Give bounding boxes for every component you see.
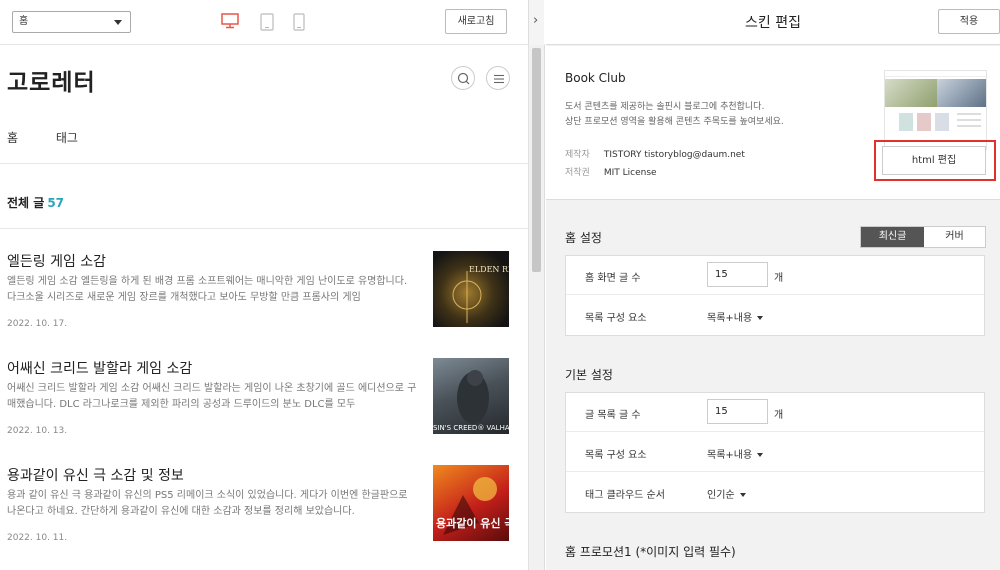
- select-value: 목록+내용: [707, 450, 753, 461]
- caret-down-icon: [757, 453, 764, 457]
- panel-title: 스킨 편집: [745, 15, 801, 31]
- home-post-count-input[interactable]: 15: [707, 262, 768, 287]
- post-excerpt: 엘든링 게임 소감 엘든링을 하게 된 배경 프롬 소프트웨어는 매니악한 게임…: [7, 276, 408, 303]
- license-label: 저작권: [565, 168, 590, 178]
- setting-label: 홈 화면 글 수: [585, 273, 641, 284]
- post-date: 2022. 10. 11.: [7, 533, 68, 543]
- post-date: 2022. 10. 17.: [7, 319, 68, 329]
- select-value: 인기순: [707, 490, 735, 501]
- unit-label: 개: [774, 273, 784, 284]
- search-icon: [457, 72, 470, 85]
- toggle-latest[interactable]: 최신글: [861, 227, 924, 247]
- post-excerpt: 어쌔신 크리드 발할라 게임 소감 어쌔신 크리드 발할라는 게임이 나온 초창…: [7, 383, 417, 410]
- home-settings-title: 홈 설정: [565, 231, 602, 245]
- nav-item-home[interactable]: 홈: [7, 131, 18, 145]
- skin-license: 저작권 MIT License: [565, 165, 657, 178]
- setting-row: 태그 클라우드 순서 인기순: [566, 473, 984, 512]
- skin-thumbnail: [884, 70, 987, 150]
- post-title[interactable]: 어쌔신 크리드 발할라 게임 소감: [7, 358, 192, 378]
- author-value: TISTORY tistoryblog@daum.net: [603, 150, 745, 160]
- search-button[interactable]: [451, 66, 475, 90]
- collapse-panel-button[interactable]: ›: [528, 0, 544, 45]
- post-excerpt: 용과 같이 유신 극 용과같이 유신의 PS5 리메이크 소식이 있었습니다. …: [7, 490, 408, 517]
- scrollbar-thumb[interactable]: [532, 48, 541, 272]
- skin-author: 제작자 TISTORY tistoryblog@daum.net: [565, 147, 745, 160]
- thumbnail-caption: SIN'S CREED® VALHA: [433, 424, 509, 432]
- mobile-icon[interactable]: [293, 13, 305, 35]
- skin-description: 도서 콘텐츠를 제공하는 솔핀시 블로그에 추천합니다. 상단 프로모션 영역을…: [565, 100, 784, 130]
- nav-item-tag[interactable]: 태그: [56, 131, 78, 145]
- home-layout-toggle: 최신글 커버: [860, 226, 986, 248]
- post-thumbnail[interactable]: SIN'S CREED® VALHA: [433, 358, 509, 434]
- toggle-cover[interactable]: 커버: [924, 227, 985, 247]
- skin-edit-header: 스킨 편집 적용: [546, 0, 1000, 45]
- list-post-count-input[interactable]: 15: [707, 399, 768, 424]
- author-label: 제작자: [565, 150, 590, 160]
- unit-label: 개: [774, 410, 784, 421]
- menu-button[interactable]: [486, 66, 510, 90]
- post-title[interactable]: 엘든링 게임 소감: [7, 251, 106, 271]
- setting-row: 목록 구성 요소 목록+내용: [566, 433, 984, 472]
- preview-toolbar: 홈 새로고침: [0, 0, 545, 45]
- list-component-select[interactable]: 목록+내용: [707, 309, 764, 324]
- caret-down-icon: [757, 316, 764, 320]
- scrollbar[interactable]: [528, 45, 544, 570]
- post-thumbnail[interactable]: ELDEN RI: [433, 251, 509, 327]
- hamburger-icon: [494, 74, 504, 84]
- divider: [0, 228, 528, 229]
- post-thumbnail[interactable]: 용과같이 유신 극: [433, 465, 509, 541]
- setting-row: 글 목록 글 수 15 개: [566, 393, 984, 432]
- blog-title[interactable]: 고로레터: [7, 63, 96, 97]
- basic-settings-title: 기본 설정: [565, 368, 613, 382]
- tablet-icon[interactable]: [260, 13, 274, 35]
- page-select[interactable]: 홈: [12, 11, 131, 33]
- desktop-icon[interactable]: [221, 13, 239, 33]
- total-posts: 전체 글 57: [7, 194, 64, 211]
- license-value: MIT License: [603, 168, 657, 178]
- setting-label: 목록 구성 요소: [585, 450, 647, 461]
- caret-down-icon: [739, 493, 746, 497]
- post-item[interactable]: 용과같이 유신 극 소감 및 정보 용과 같이 유신 극 용과같이 유신의 PS…: [7, 465, 522, 565]
- preview-panel: 홈 새로고침 › 고로레터 홈 태그 전체 글 57 엘든링 게임 소감 엘든링…: [0, 0, 545, 570]
- thumbnail-caption: 용과같이 유신 극: [436, 517, 509, 530]
- setting-label: 글 목록 글 수: [585, 410, 641, 421]
- home-settings-box: 홈 화면 글 수 15 개 목록 구성 요소 목록+내용: [565, 255, 985, 336]
- blog-preview: 고로레터 홈 태그 전체 글 57 엘든링 게임 소감 엘든링 게임 소감 엘든링…: [0, 45, 528, 570]
- highlight-box: [874, 140, 996, 181]
- thumbnail-caption: ELDEN RI: [469, 265, 509, 274]
- post-item[interactable]: 어쌔신 크리드 발할라 게임 소감 어쌔신 크리드 발할라 게임 소감 어쌔신 …: [7, 358, 522, 458]
- total-label: 전체 글: [7, 196, 45, 210]
- setting-row: 홈 화면 글 수 15 개: [566, 256, 984, 295]
- post-date: 2022. 10. 13.: [7, 426, 68, 436]
- total-count: 57: [47, 196, 65, 210]
- page-select-value: 홈: [19, 16, 29, 27]
- basic-settings-box: 글 목록 글 수 15 개 목록 구성 요소 목록+내용 태그 클라우드 순서 …: [565, 392, 985, 513]
- select-value: 목록+내용: [707, 313, 753, 324]
- chevron-down-icon: [114, 20, 122, 25]
- tag-cloud-order-select[interactable]: 인기순: [707, 486, 746, 501]
- blog-nav: 홈 태그: [7, 129, 112, 146]
- refresh-button[interactable]: 새로고침: [445, 9, 507, 34]
- skin-description-line: 상단 프로모션 영역을 활용해 콘텐츠 주목도를 높여보세요.: [565, 117, 784, 127]
- divider: [0, 163, 528, 164]
- apply-button[interactable]: 적용: [938, 9, 1000, 34]
- skin-info-card: Book Club 도서 콘텐츠를 제공하는 솔핀시 블로그에 추천합니다. 상…: [546, 46, 1000, 200]
- skin-name: Book Club: [565, 71, 626, 85]
- chevron-right-icon: ›: [533, 13, 539, 28]
- setting-row: 목록 구성 요소 목록+내용: [566, 296, 984, 335]
- post-item[interactable]: 엘든링 게임 소감 엘든링 게임 소감 엘든링을 하게 된 배경 프롬 소프트웨…: [7, 251, 522, 351]
- list-component-select[interactable]: 목록+내용: [707, 446, 764, 461]
- home-promotion-title: 홈 프로모션1 (*이미지 입력 필수): [565, 545, 736, 559]
- post-title[interactable]: 용과같이 유신 극 소감 및 정보: [7, 465, 184, 485]
- skin-description-line: 도서 콘텐츠를 제공하는 솔핀시 블로그에 추천합니다.: [565, 102, 765, 112]
- setting-label: 태그 클라우드 순서: [585, 490, 665, 501]
- skin-edit-panel: 스킨 편집 적용 Book Club 도서 콘텐츠를 제공하는 솔핀시 블로그에…: [546, 0, 1000, 570]
- setting-label: 목록 구성 요소: [585, 313, 647, 324]
